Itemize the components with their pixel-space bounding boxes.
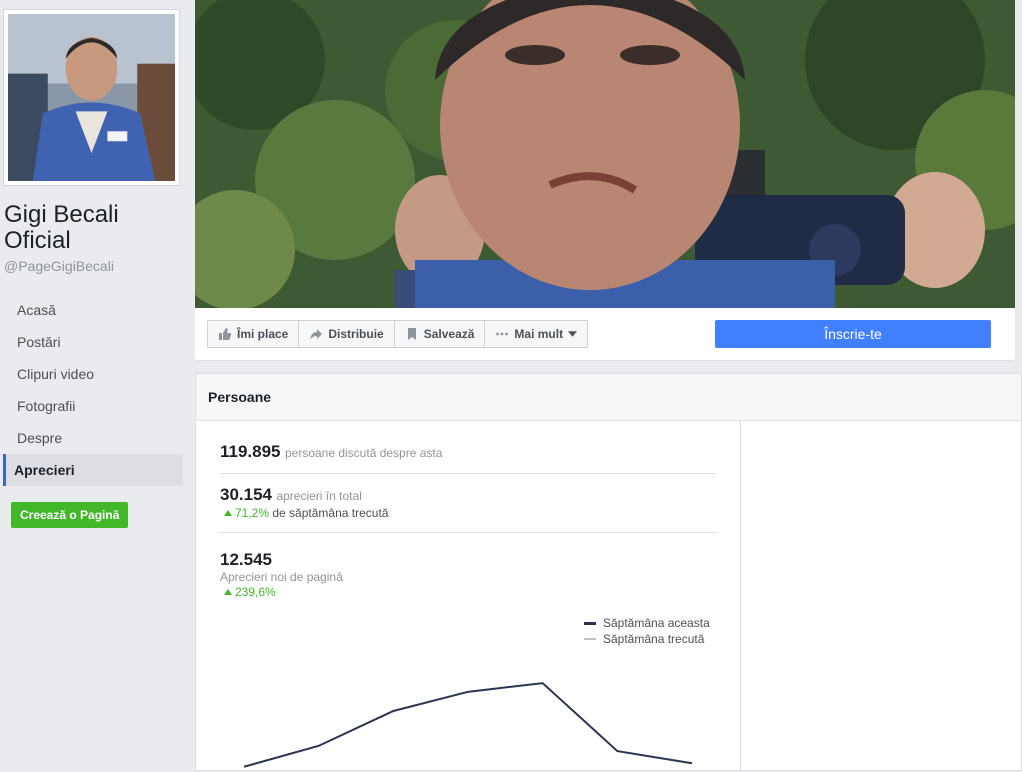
create-page-button[interactable]: Creează o Pagină — [11, 502, 128, 528]
cover-photo-image — [195, 0, 1015, 308]
total-likes-change: 71,2% de săptămâna trecută — [220, 506, 716, 520]
share-arrow-icon — [309, 327, 323, 341]
page-title: Gigi Becali Oficial — [4, 202, 189, 254]
sidebar-nav: Acasă Postări Clipuri video Fotografii D… — [3, 294, 183, 486]
more-dots-icon — [495, 327, 509, 341]
divider — [220, 473, 716, 474]
people-stats: 119.895 persoane discută despre asta 30.… — [196, 420, 741, 772]
like-button-label: Îmi place — [237, 327, 288, 341]
sidebar-item-fotografii[interactable]: Fotografii — [3, 390, 183, 422]
sidebar-item-clipuri-video[interactable]: Clipuri video — [3, 358, 183, 390]
total-likes-stat: 30.154 aprecieri în total 71,2% de săptă… — [220, 485, 716, 520]
talking-about-count: 119.895 — [220, 442, 281, 461]
new-likes-change: 239,6% — [220, 585, 716, 599]
legend-swatch — [584, 638, 596, 640]
total-likes-label: aprecieri în total — [276, 489, 361, 503]
thumbs-up-icon — [218, 327, 232, 341]
join-button[interactable]: Înscrie-te — [715, 320, 991, 348]
total-likes-count: 30.154 — [220, 485, 272, 504]
left-column: Gigi Becali Oficial @PageGigiBecali Acas… — [0, 0, 195, 771]
cover-photo[interactable] — [195, 0, 1015, 308]
new-likes-label: Aprecieri noi de pagină — [220, 570, 716, 584]
share-button-label: Distribuie — [328, 327, 383, 341]
legend-item-this-week: Săptămâna aceasta — [584, 615, 710, 631]
bookmark-icon — [405, 327, 419, 341]
legend-swatch — [584, 622, 596, 625]
page-handle[interactable]: @PageGigiBecali — [4, 258, 114, 274]
sidebar-item-postari[interactable]: Postări — [3, 326, 183, 358]
legend-label: Săptămâna trecută — [603, 631, 704, 647]
like-button[interactable]: Îmi place — [208, 321, 299, 347]
new-likes-change-value: 239,6% — [235, 585, 276, 599]
new-likes-count: 12.545 — [220, 550, 716, 570]
people-panel: Persoane 119.895 persoane discută despre… — [195, 373, 1022, 771]
arrow-up-icon — [224, 510, 232, 516]
sidebar-item-aprecieri[interactable]: Aprecieri — [3, 454, 183, 486]
more-button[interactable]: Mai mult — [485, 321, 587, 347]
talking-about-stat: 119.895 persoane discută despre asta — [220, 442, 716, 462]
chart-legend: Săptămâna aceasta Săptămâna trecută — [584, 615, 710, 647]
total-likes-change-label: de săptămâna trecută — [272, 506, 388, 520]
share-button[interactable]: Distribuie — [299, 321, 394, 347]
legend-item-last-week: Săptămâna trecută — [584, 631, 710, 647]
save-button-label: Salvează — [424, 327, 475, 341]
chevron-down-icon — [568, 331, 577, 337]
page-action-bar: Îmi place Distribuie Salvează Mai mult — [195, 308, 1015, 361]
total-likes-change-value: 71,2% — [235, 506, 269, 520]
new-likes-stat: 12.545 Aprecieri noi de pagină 239,6% — [220, 550, 716, 599]
panel-title: Persoane — [196, 374, 1021, 421]
sidebar-item-despre[interactable]: Despre — [3, 422, 183, 454]
legend-label: Săptămâna aceasta — [603, 615, 710, 631]
save-button[interactable]: Salvează — [395, 321, 486, 347]
arrow-up-icon — [224, 589, 232, 595]
more-button-label: Mai mult — [514, 327, 563, 341]
talking-about-label: persoane discută despre asta — [285, 446, 442, 460]
new-likes-chart — [220, 650, 716, 772]
sidebar-item-acasa[interactable]: Acasă — [3, 294, 183, 326]
page-actions-group: Îmi place Distribuie Salvează Mai mult — [207, 320, 588, 348]
divider — [220, 532, 716, 533]
series-line-0 — [244, 683, 692, 767]
profile-picture[interactable] — [3, 9, 180, 186]
profile-photo-image — [8, 14, 175, 181]
